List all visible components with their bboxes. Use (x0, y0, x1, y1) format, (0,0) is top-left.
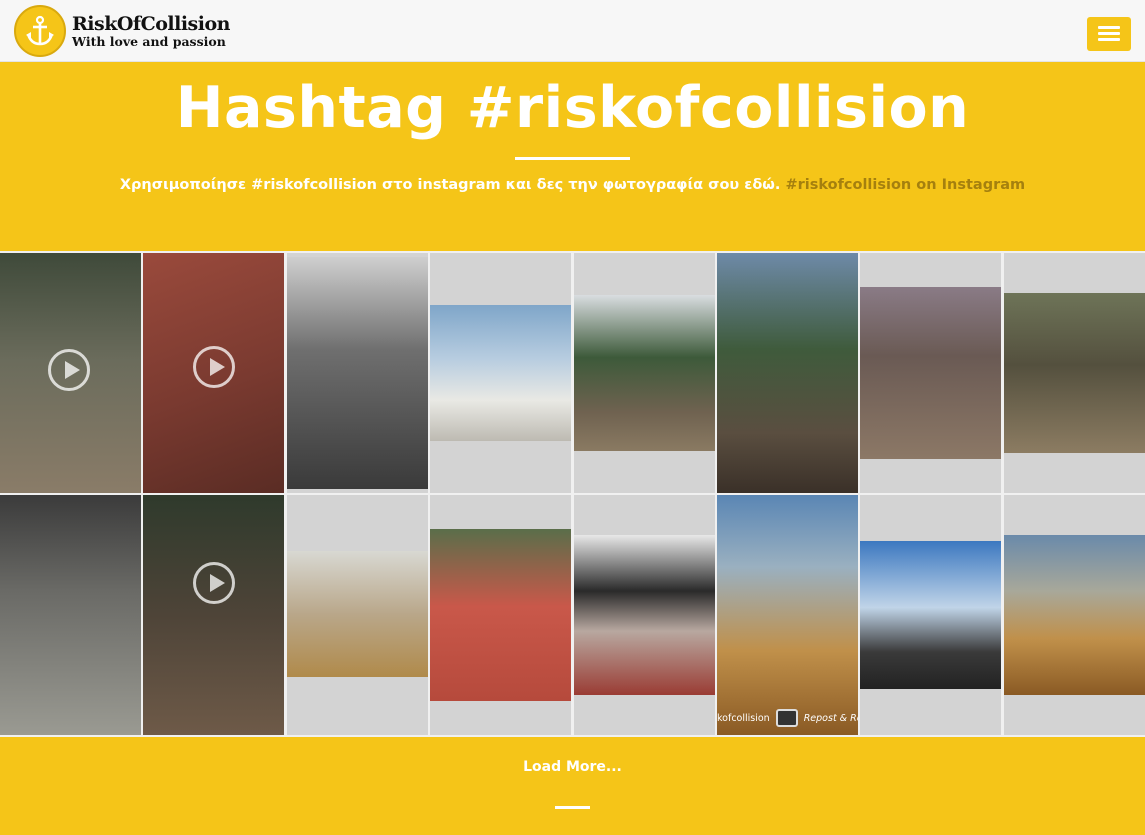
hamburger-menu-icon-bar (1098, 32, 1120, 35)
instagram-gallery: kofcollision Repost & Re (0, 251, 1145, 737)
gallery-photo[interactable] (1004, 495, 1145, 735)
gallery-photo[interactable] (860, 253, 1001, 493)
gallery-photo[interactable] (287, 253, 428, 493)
play-icon (193, 562, 235, 604)
gallery-photo[interactable] (1004, 253, 1145, 493)
gallery-photo[interactable] (717, 253, 858, 493)
subtitle-text: Χρησιμοποίησε #riskofcollision στο insta… (119, 177, 781, 193)
repost-icon (775, 709, 798, 727)
gallery-photo[interactable] (287, 495, 428, 735)
logo-text: RiskOfCollision With love and passion (72, 14, 230, 49)
gallery-photo[interactable] (430, 253, 571, 493)
gallery-photo[interactable]: kofcollision Repost & Re (717, 495, 858, 735)
photo-image (717, 495, 858, 735)
photo-image (860, 287, 1001, 459)
photo-image (574, 535, 715, 695)
anchor-icon (14, 5, 66, 57)
gallery-photo[interactable] (430, 495, 571, 735)
site-logo[interactable]: RiskOfCollision With love and passion (14, 4, 230, 58)
logo-title: RiskOfCollision (72, 12, 230, 35)
watermark-user: kofcollision (717, 712, 770, 724)
photo-image (1004, 293, 1145, 453)
play-icon (48, 349, 90, 391)
photo-image (430, 529, 571, 701)
logo-tagline: With love and passion (72, 33, 226, 49)
hamburger-menu-button[interactable] (1087, 17, 1131, 51)
load-more-divider (555, 806, 590, 809)
photo-image (574, 295, 715, 451)
gallery-photo[interactable] (0, 495, 141, 735)
photo-image (143, 495, 284, 735)
page-title: Hashtag #riskofcollision (175, 75, 970, 141)
gallery-photo[interactable] (574, 495, 715, 735)
title-divider (515, 157, 630, 160)
load-more-button[interactable]: Load More... (0, 757, 1145, 777)
repost-watermark: kofcollision Repost & Re (717, 709, 858, 727)
photo-image (287, 257, 428, 489)
photo-image (430, 305, 571, 441)
site-header: RiskOfCollision With love and passion (0, 0, 1145, 62)
photo-image (0, 495, 141, 735)
play-icon (193, 346, 235, 388)
hamburger-menu-icon (1098, 26, 1120, 29)
photo-image (1004, 535, 1145, 695)
instagram-link[interactable]: #riskofcollision on Instagram (785, 177, 1025, 193)
page-subtitle: Χρησιμοποίησε #riskofcollision στο insta… (0, 175, 1145, 195)
photo-image (287, 551, 428, 677)
watermark-app: Repost & Re (803, 712, 858, 724)
photo-image (860, 541, 1001, 689)
photo-image (717, 253, 858, 493)
hamburger-menu-icon-bar (1098, 38, 1120, 41)
gallery-photo[interactable] (574, 253, 715, 493)
gallery-photo[interactable] (143, 495, 284, 735)
gallery-photo[interactable] (0, 253, 141, 493)
gallery-photo[interactable] (860, 495, 1001, 735)
gallery-photo[interactable] (143, 253, 284, 493)
